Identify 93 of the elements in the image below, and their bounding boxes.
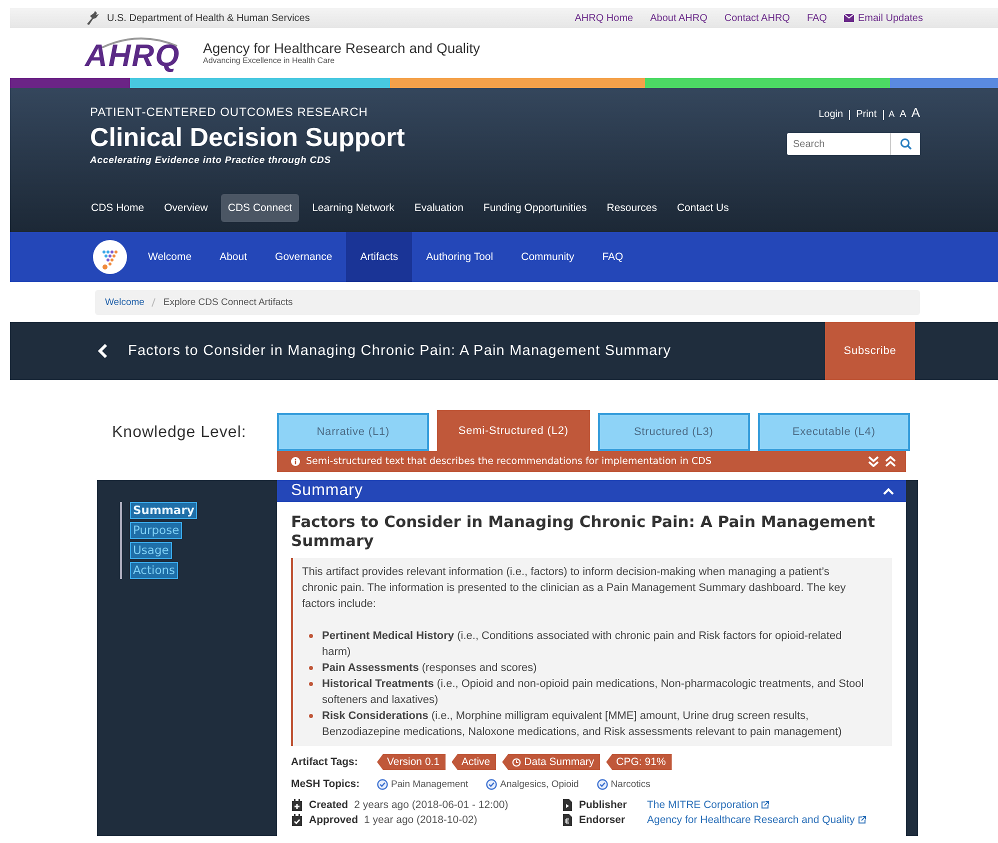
double-chevron-up-icon xyxy=(885,456,896,467)
calendar-check-icon xyxy=(291,814,303,826)
external-link-icon xyxy=(761,801,770,809)
topic-text: Narcotics xyxy=(610,778,650,790)
knowledge-level-label: Knowledge Level: xyxy=(111,422,248,442)
tag: CPG: 91% xyxy=(606,754,672,770)
dots-logo-icon[interactable] xyxy=(93,240,127,274)
nav-item[interactable]: Community xyxy=(507,232,588,282)
collapse-button[interactable] xyxy=(883,488,894,494)
logo-mark: AHRQ xyxy=(85,42,180,70)
top-link[interactable]: FAQ xyxy=(806,12,827,24)
meta-value: 1 year ago (2018-10-02) xyxy=(364,814,478,826)
top-link[interactable]: Email Updates xyxy=(844,12,923,24)
nav-item[interactable]: Authoring Tool xyxy=(412,232,508,282)
meta-label: Endorser xyxy=(579,814,626,826)
tag: Active xyxy=(452,754,496,770)
collapse-all-button[interactable] xyxy=(885,456,896,467)
top-link[interactable]: AHRQ Home xyxy=(574,12,634,24)
nav-item[interactable]: Contact Us xyxy=(670,194,736,222)
calendar-plus-icon xyxy=(291,799,303,811)
info-icon xyxy=(291,457,300,466)
topic-text: Pain Management xyxy=(391,778,468,790)
double-chevron-down-icon xyxy=(868,456,879,467)
back-button[interactable] xyxy=(98,344,108,358)
search-field[interactable]: Search xyxy=(787,133,890,155)
utility-link[interactable]: Print xyxy=(850,110,884,120)
meta-link[interactable]: The MITRE Corporation xyxy=(647,799,770,811)
bullet-icon xyxy=(309,666,313,670)
nav-item[interactable]: Evaluation xyxy=(407,194,470,222)
factor-text: Historical Treatments (i.e., Opioid and non-opioid pain medications, Non-pharmacologic treatments, and Stool softeners and laxatives) xyxy=(322,678,864,706)
tag: Version 0.1 xyxy=(377,754,446,770)
meta-label: Publisher xyxy=(579,799,628,811)
artifact-title: Factors to Consider in Managing Chronic Pain: A Pain Management Summary xyxy=(128,343,672,359)
subscribe-button[interactable]: Subscribe xyxy=(825,322,915,380)
agency-tagline: Advancing Excellence in Health Care xyxy=(203,56,336,66)
breadcrumb-current: Explore CDS Connect Artifacts xyxy=(163,297,293,308)
font-size-link[interactable]: A xyxy=(894,109,906,120)
breadcrumb-link[interactable]: Welcome xyxy=(105,297,144,308)
meta-label: Approved xyxy=(309,814,358,826)
meta-link[interactable]: Agency for Healthcare Research and Quality xyxy=(647,814,866,826)
font-size-link[interactable]: A xyxy=(884,109,895,119)
document-icon xyxy=(561,799,573,811)
nav-item[interactable]: FAQ xyxy=(588,232,638,282)
site-title: Clinical Decision Support xyxy=(90,121,405,153)
info-text: Semi-structured text that describes the recommendations for implementation in CDS xyxy=(306,456,712,467)
top-link[interactable]: Contact AHRQ xyxy=(724,12,790,24)
level-tab[interactable]: Semi-Structured (L2) xyxy=(437,410,590,451)
nav-item[interactable]: Artifacts xyxy=(346,232,412,282)
agency-title: Agency for Healthcare Research and Quality xyxy=(203,40,480,56)
nav-item[interactable]: Funding Opportunities xyxy=(476,194,594,222)
font-size-link[interactable]: A xyxy=(906,105,920,120)
nav-item[interactable]: Learning Network xyxy=(305,194,402,222)
meta-value: 2 years ago (2018-06-01 - 12:00) xyxy=(354,799,508,811)
nav-item[interactable]: CDS Connect xyxy=(220,194,300,222)
utility-link[interactable]: Login xyxy=(812,110,850,120)
top-link[interactable]: About AHRQ xyxy=(650,12,708,24)
envelope-icon xyxy=(844,14,854,22)
nav-item[interactable]: CDS Home xyxy=(84,194,152,222)
check-circle-icon xyxy=(377,778,388,790)
chevron-left-icon xyxy=(98,344,108,358)
clock-icon xyxy=(512,758,522,766)
document-icon xyxy=(561,814,573,826)
header-eyebrow: PATIENT-CENTERED OUTCOMES RESEARCH xyxy=(90,105,369,119)
factor-text: Pertinent Medical History (i.e., Conditions associated with chronic pain and Risk factors for opioid-related harm) xyxy=(322,630,842,658)
topics-label: MeSH Topics: xyxy=(291,778,361,790)
nav-item[interactable]: Overview xyxy=(157,194,215,222)
nav-item[interactable]: Governance xyxy=(261,232,346,282)
site-subtitle: Accelerating Evidence into Practice through CDS xyxy=(90,155,332,166)
eagle-icon xyxy=(85,10,101,26)
check-circle-icon xyxy=(596,778,608,790)
section-heading: Summary xyxy=(291,482,363,500)
topic-text: Analgesics, Opioid xyxy=(500,778,579,790)
factor-text: Pain Assessments (responses and scores) xyxy=(322,662,537,674)
tags-label: Artifact Tags: xyxy=(291,756,359,768)
summary-title: Factors to Consider in Managing Chronic Pain: A Pain Management Summary xyxy=(291,513,876,551)
search-icon[interactable] xyxy=(900,138,912,150)
bullet-icon xyxy=(309,682,313,686)
nav-item[interactable]: About xyxy=(206,232,262,282)
nav-item[interactable]: Resources xyxy=(600,194,664,222)
section-link[interactable]: Summary xyxy=(130,502,198,519)
search-button[interactable] xyxy=(890,133,920,155)
check-circle-icon xyxy=(486,778,498,790)
expand-all-button[interactable] xyxy=(868,456,879,467)
chevron-up-icon xyxy=(883,488,894,494)
intro-paragraph: This artifact provides relevant information (i.e., factors) to inform decision-making when managing a patient’s chronic pain. The information is presented to the clinician as a Pain Management Summary dashboard. The key factors include: xyxy=(302,565,847,612)
meta-label: Created xyxy=(309,799,348,811)
external-link-icon xyxy=(858,816,866,824)
factor-text: Risk Considerations (i.e., Morphine milligram equivalent [MME] amount, Urine drug screen results, Benzodiazepine medications, Naloxone medications, and Risk assessments relevant to pain management) xyxy=(322,710,842,738)
agency-name: U.S. Department of Health & Human Services xyxy=(107,12,310,24)
nav-item[interactable]: Welcome xyxy=(134,232,206,282)
bullet-icon xyxy=(309,714,313,718)
tag: Data Summary xyxy=(502,754,600,770)
bullet-icon xyxy=(309,634,313,638)
